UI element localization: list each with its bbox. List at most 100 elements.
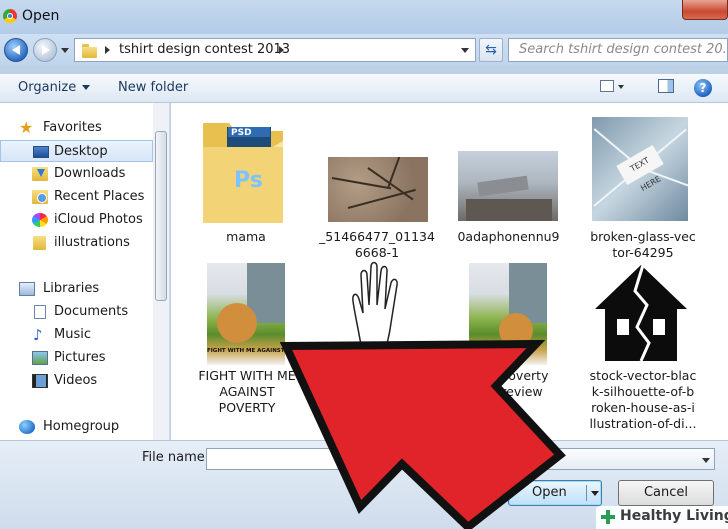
nav-item-label: Videos [54,373,98,388]
file-item-hand[interactable] [341,261,411,371]
chrome-icon [3,9,17,23]
breadcrumb-separator-icon[interactable] [279,46,284,54]
figure-shape [217,303,257,343]
recent-places-icon [32,190,48,204]
music-icon: ♪ [33,326,43,344]
file-name-line: broken-glass-vec [590,229,696,244]
nav-item-desktop[interactable]: Desktop [0,140,153,162]
folder-icon [33,236,46,250]
new-folder-button[interactable]: New folder [118,80,188,95]
forward-button[interactable] [33,38,57,62]
change-view-icon[interactable] [600,80,614,92]
scrollbar-thumb[interactable] [155,131,167,301]
file-name: ntpoverty preview [469,368,567,400]
file-name-line: 0adaphonennu9 [457,229,560,244]
nav-item-label: Desktop [54,144,108,159]
preview-pane-icon[interactable] [658,79,674,93]
file-name-line: _51466477_01134 [319,229,435,244]
nav-item-icloud-photos[interactable]: iCloud Photos [0,209,153,231]
nav-item-documents[interactable]: Documents [0,301,153,323]
view-options-dropdown[interactable] [618,85,624,89]
homegroup-icon [19,420,35,434]
open-button-label: Open [532,485,567,500]
file-item-fight-poverty[interactable]: FIGHT WITH ME AGAINST POVERTY FIGHT WITH… [191,261,303,431]
nav-item-videos[interactable]: Videos [0,370,153,392]
breadcrumb-separator-icon [105,46,110,54]
cancel-button[interactable]: Cancel [618,480,714,506]
file-type-select[interactable] [508,448,715,470]
file-item-mama[interactable]: PSD Ps mama [191,111,301,251]
file-list: PSD Ps mama _51466477_01134 6668-1 0adap… [171,103,728,440]
crack-line [387,157,403,189]
file-name-line: k-silhouette-of-b [591,384,695,399]
file-name-input[interactable] [206,448,493,470]
file-item-broken-glass[interactable]: TEXT HERE broken-glass-vec tor-64295 [583,111,703,261]
nav-libraries[interactable]: Libraries [0,278,153,300]
nav-item-illustrations[interactable]: illustrations [0,232,153,254]
file-name-line: tor-64295 [612,245,674,260]
star-icon: ★ [19,118,34,137]
back-button[interactable] [4,38,28,62]
file-name-line: stock-vector-blac [589,368,697,383]
file-name: mama [191,229,301,245]
open-options-dropdown[interactable] [591,491,599,496]
open-button[interactable]: Open [508,480,602,506]
file-name-line: preview [493,384,543,399]
search-input[interactable]: Search tshirt design contest 20... [508,38,728,62]
desktop-icon [33,146,49,158]
recent-locations-dropdown[interactable] [61,48,69,53]
chevron-down-icon[interactable] [702,458,710,463]
nav-pane-scrollbar[interactable] [153,103,169,440]
back-arrow-icon [12,45,20,55]
file-name: 0adaphonennu9 [451,229,566,245]
chevron-down-icon [82,85,91,90]
nav-item-downloads[interactable]: Downloads [0,163,153,185]
figure-shape [499,313,533,347]
file-name-line: AGAINST [219,384,275,399]
hand-drawing-thumbnail [349,261,407,361]
nav-item-label: iCloud Photos [54,212,143,227]
nav-item-pictures[interactable]: Pictures [0,347,153,369]
nav-item-music[interactable]: ♪ Music [0,324,153,346]
watermark: Healthy Living [596,506,728,529]
refresh-button[interactable]: ⇆ [479,38,503,62]
nav-item-recent-places[interactable]: Recent Places [0,186,153,208]
image-thumbnail [469,263,547,365]
open-file-dialog: Open tshirt design contest 2013 ⇆ Search… [0,0,728,529]
window-title: Open [22,8,60,24]
libraries-icon [19,282,35,296]
icloud-photos-icon [32,213,48,227]
file-name-label: File name: [142,450,210,465]
file-item-poverty-preview[interactable]: ntpoverty preview [455,261,567,431]
image-thumbnail: FIGHT WITH ME AGAINST POVERTY [207,263,285,365]
file-name-dropdown[interactable] [480,458,488,463]
close-button[interactable] [682,0,728,20]
file-name: FIGHT WITH ME AGAINST POVERTY [191,368,303,416]
organize-label: Organize [18,80,77,95]
nav-libraries-label: Libraries [43,281,100,296]
file-item-broken-house[interactable]: stock-vector-blac k-silhouette-of-b roke… [583,261,703,436]
file-item-ruins[interactable]: 0adaphonennu9 [451,111,561,251]
nav-item-label: Music [54,327,91,342]
nav-item-label: Downloads [54,166,126,181]
broken-house-thumbnail [591,261,691,365]
nav-favorites-label: Favorites [43,120,102,135]
navigation-pane: ★ Favorites Desktop Downloads Recent Pla… [0,103,170,440]
help-icon[interactable]: ? [694,79,712,97]
organize-button[interactable]: Organize [18,80,91,95]
nav-item-label: illustrations [54,235,130,250]
nav-favorites[interactable]: ★ Favorites [0,117,153,139]
breadcrumb-current-folder[interactable]: tshirt design contest 2013 [119,42,290,57]
nav-homegroup[interactable]: Homegroup [0,416,153,438]
file-item-cracked-earth[interactable]: _51466477_01134 6668-1 [317,111,437,261]
address-dropdown-icon[interactable] [461,48,469,53]
image-thumbnail: TEXT HERE [592,117,688,221]
address-bar[interactable]: tshirt design contest 2013 [74,38,476,62]
refresh-icon: ⇆ [485,42,497,58]
downloads-folder-icon [32,167,48,181]
file-name-line: FIGHT WITH ME [198,368,296,383]
debris-shape [477,175,529,197]
crack-line [347,188,416,209]
file-name-line: roken-house-as-i [591,400,695,415]
videos-icon [32,374,48,388]
